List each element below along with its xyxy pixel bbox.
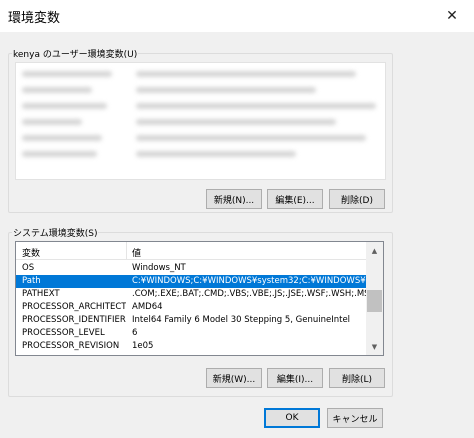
close-button[interactable]: ✕ (430, 0, 474, 32)
blurred-row (22, 71, 112, 77)
scroll-down-arrow-icon[interactable]: ▼ (366, 338, 383, 355)
scroll-up-arrow-icon[interactable]: ▲ (366, 242, 383, 259)
system-edit-button[interactable]: 編集(I)... (267, 368, 323, 388)
blurred-row (22, 103, 107, 109)
variable-name: OS (22, 263, 35, 273)
user-variables-list[interactable] (15, 62, 386, 180)
variable-value: 6 (132, 328, 138, 338)
blurred-row (22, 119, 82, 125)
variable-value: Windows_NT (132, 263, 186, 273)
blurred-row (136, 151, 296, 157)
user-new-button[interactable]: 新規(N)... (206, 189, 262, 209)
variable-value: 1e05 (132, 341, 154, 351)
system-new-button[interactable]: 新規(W)... (206, 368, 262, 388)
variable-value: C:¥WINDOWS;C:¥WINDOWS¥system32;C:¥WINDOW… (132, 276, 366, 286)
table-row[interactable]: PATHEXT .COM;.EXE;.BAT;.CMD;.VBS;.VBE;.J… (16, 288, 368, 301)
variable-value: Intel64 Family 6 Model 30 Stepping 5, Ge… (132, 315, 351, 325)
variable-name: PROCESSOR_ARCHITECTU... (22, 302, 126, 312)
column-header-value[interactable]: 値 (132, 246, 141, 259)
variable-value: AMD64 (132, 302, 163, 312)
table-row[interactable]: OS Windows_NT (16, 262, 368, 275)
variable-name: PROCESSOR_IDENTIFIER (22, 315, 126, 325)
variable-name: PATHEXT (22, 289, 60, 299)
title-bar: 環境変数 ✕ (0, 0, 474, 32)
system-variables-label: システム環境変数(S) (12, 226, 99, 239)
blurred-row (136, 87, 316, 93)
column-header-variable[interactable]: 変数 (22, 246, 40, 259)
table-row-selected[interactable]: Path C:¥WINDOWS;C:¥WINDOWS¥system32;C:¥W… (16, 275, 368, 288)
blurred-row (22, 151, 97, 157)
window-title: 環境変数 (8, 11, 61, 26)
variable-name: PROCESSOR_LEVEL (22, 328, 105, 338)
table-row[interactable]: PROCESSOR_REVISION 1e05 (16, 340, 368, 353)
blurred-row (136, 135, 366, 141)
user-edit-button[interactable]: 編集(E)... (267, 189, 323, 209)
variable-name: PROCESSOR_REVISION (22, 341, 120, 351)
variable-name: Path (22, 276, 41, 286)
table-row[interactable]: PROCESSOR_IDENTIFIER Intel64 Family 6 Mo… (16, 314, 368, 327)
blurred-row (22, 135, 102, 141)
system-delete-button[interactable]: 削除(L) (329, 368, 385, 388)
ok-button[interactable]: OK (264, 408, 320, 428)
blurred-row (22, 87, 92, 93)
table-row[interactable]: PROCESSOR_LEVEL 6 (16, 327, 368, 340)
cancel-button[interactable]: キャンセル (327, 408, 383, 428)
table-row[interactable]: PROCESSOR_ARCHITECTU... AMD64 (16, 301, 368, 314)
blurred-row (136, 103, 376, 109)
close-icon: ✕ (446, 8, 458, 24)
scroll-thumb[interactable] (367, 290, 382, 312)
list-header: 変数 値 (16, 242, 368, 260)
variable-value: .COM;.EXE;.BAT;.CMD;.VBS;.VBE;.JS;.JSE;.… (132, 289, 366, 299)
blurred-row (136, 119, 336, 125)
column-divider[interactable] (126, 242, 127, 260)
user-delete-button[interactable]: 削除(D) (329, 189, 385, 209)
environment-variables-dialog: 環境変数 ✕ kenya のユーザー環境変数(U) 新規(N)... 編集(E)… (0, 0, 474, 438)
system-variables-list[interactable]: 変数 値 OS Windows_NT Path C:¥WINDOWS;C:¥WI… (15, 241, 384, 356)
user-variables-label: kenya のユーザー環境変数(U) (12, 47, 139, 60)
blurred-row (136, 71, 356, 77)
vertical-scrollbar[interactable]: ▲ ▼ (366, 242, 383, 355)
